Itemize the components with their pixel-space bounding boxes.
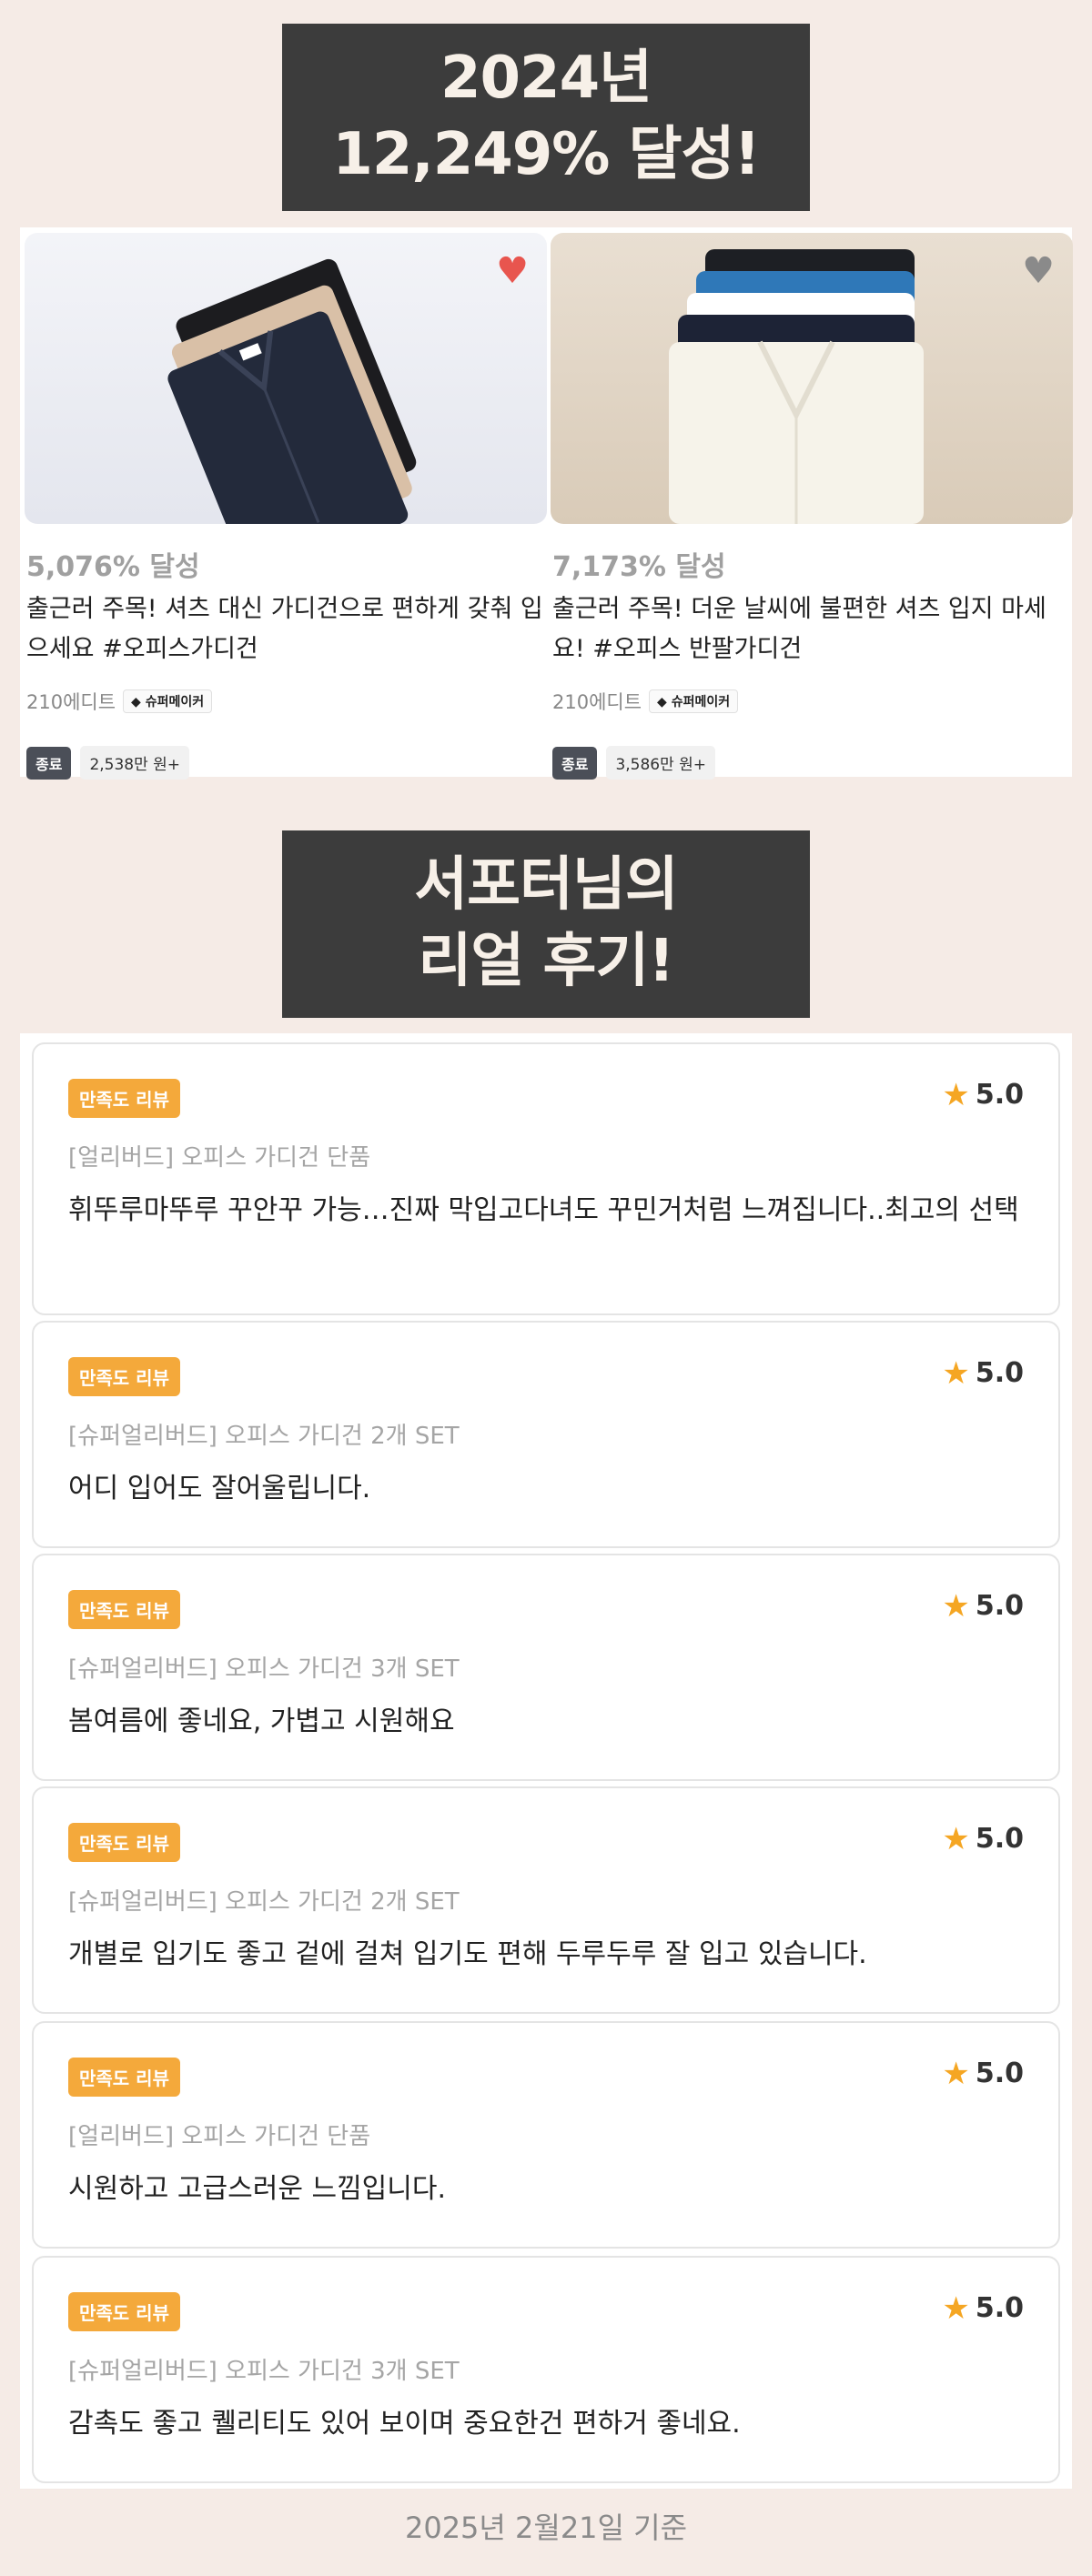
review-card: 만족도 리뷰 ★ 5.0 [슈퍼얼리버드] 오피스 가디건 3개 SET 감촉도 … bbox=[32, 2256, 1060, 2483]
heart-filled-icon[interactable]: ♥ bbox=[496, 253, 529, 289]
review-tag: 만족도 리뷰 bbox=[68, 2292, 180, 2331]
product-title[interactable]: 출근러 주목! 더운 날씨에 불편한 셔츠 입지 마세요! #오피스 반팔가디건 bbox=[552, 589, 1071, 669]
super-maker-label: 슈퍼메이커 bbox=[145, 695, 205, 709]
heart-outline-icon[interactable]: ♥ bbox=[1022, 253, 1055, 289]
review-text: 시원하고 고급스러운 느낌입니다. bbox=[68, 2173, 447, 2205]
review-card: 만족도 리뷰 ★ 5.0 [슈퍼얼리버드] 오피스 가디건 2개 SET 어디 입… bbox=[32, 1321, 1060, 1548]
rating-value: 5.0 bbox=[975, 1357, 1024, 1389]
status-badge: 종료 bbox=[552, 746, 598, 780]
rating-value: 5.0 bbox=[975, 2058, 1024, 2089]
funding-percent: 5,076% 달성 bbox=[26, 551, 200, 583]
review-product: [얼리버드] 오피스 가디건 단품 bbox=[68, 2123, 371, 2150]
reviews-banner-line2: 리얼 후기! bbox=[418, 928, 675, 995]
maker-name[interactable]: 210에디트 bbox=[26, 688, 116, 715]
product-title[interactable]: 출근러 주목! 셔츠 대신 가디건으로 편하게 갖춰 입으세요 #오피스가디건 bbox=[26, 589, 545, 669]
review-card: 만족도 리뷰 ★ 5.0 [얼리버드] 오피스 가디건 단품 휘뚜루마뚜루 꾸안꾸… bbox=[32, 1042, 1060, 1315]
review-tag: 만족도 리뷰 bbox=[68, 1823, 180, 1862]
funding-amount: 3,586만 원+ bbox=[606, 746, 716, 780]
rating-value: 5.0 bbox=[975, 1823, 1024, 1855]
product-image: ♥ bbox=[551, 233, 1073, 524]
review-card: 만족도 리뷰 ★ 5.0 [얼리버드] 오피스 가디건 단품 시원하고 고급스러운… bbox=[32, 2021, 1060, 2249]
review-card: 만족도 리뷰 ★ 5.0 [슈퍼얼리버드] 오피스 가디건 3개 SET 봄여름에… bbox=[32, 1554, 1060, 1781]
rating-value: 5.0 bbox=[975, 2292, 1024, 2324]
banner-year: 2024년 bbox=[440, 45, 652, 112]
product-list: ♥ 5,076% 달성 출근러 주목! 셔츠 대신 가디건으로 편하게 갖춰 입… bbox=[20, 227, 1073, 780]
product-card[interactable]: ♥ 7,173% 달성 출근러 주목! 더운 날씨에 불편한 셔츠 입지 마세요… bbox=[551, 233, 1073, 780]
review-tag: 만족도 리뷰 bbox=[68, 1079, 180, 1118]
review-text: 봄여름에 좋네요, 가볍고 시원해요 bbox=[68, 1706, 455, 1737]
product-image: ♥ bbox=[25, 233, 547, 524]
rating-value: 5.0 bbox=[975, 1079, 1024, 1111]
star-icon: ★ bbox=[942, 2289, 970, 2327]
rating-value: 5.0 bbox=[975, 1590, 1024, 1622]
review-product: [슈퍼얼리버드] 오피스 가디건 2개 SET bbox=[68, 1888, 460, 1916]
star-icon: ★ bbox=[942, 1587, 970, 1625]
review-text: 개별로 입기도 좋고 겉에 걸쳐 입기도 편해 두루두루 잘 입고 있습니다. bbox=[68, 1938, 867, 1970]
review-tag: 만족도 리뷰 bbox=[68, 1357, 180, 1396]
review-text: 휘뚜루마뚜루 꾸안꾸 가능…진짜 막입고다녀도 꾸민거처럼 느껴집니다..최고의… bbox=[68, 1194, 1019, 1226]
star-icon: ★ bbox=[942, 2055, 970, 2092]
reviews-banner: 서포터님의 리얼 후기! bbox=[282, 830, 810, 1018]
banner-percent: 12,249% 달성! bbox=[332, 121, 760, 188]
star-icon: ★ bbox=[942, 1820, 970, 1857]
star-icon: ★ bbox=[942, 1354, 970, 1392]
product-card[interactable]: ♥ 5,076% 달성 출근러 주목! 셔츠 대신 가디건으로 편하게 갖춰 입… bbox=[25, 233, 547, 780]
review-text: 어디 입어도 잘어울립니다. bbox=[68, 1473, 371, 1504]
review-tag: 만족도 리뷰 bbox=[68, 2058, 180, 2097]
funding-percent: 7,173% 달성 bbox=[552, 551, 726, 583]
review-text: 감촉도 좋고 퀠리티도 있어 보이며 중요한건 편하거 좋네요. bbox=[68, 2408, 741, 2440]
super-maker-label: 슈퍼메이커 bbox=[671, 695, 731, 709]
reviews-banner-line1: 서포터님의 bbox=[414, 851, 678, 919]
super-maker-badge: ◆ 슈퍼메이커 bbox=[649, 689, 739, 713]
super-maker-badge: ◆ 슈퍼메이커 bbox=[123, 689, 213, 713]
review-list: 만족도 리뷰 ★ 5.0 [얼리버드] 오피스 가디건 단품 휘뚜루마뚜루 꾸안꾸… bbox=[20, 1033, 1072, 2489]
status-badge: 종료 bbox=[26, 746, 72, 780]
review-product: [슈퍼얼리버드] 오피스 가디건 2개 SET bbox=[68, 1423, 460, 1450]
review-product: [얼리버드] 오피스 가디건 단품 bbox=[68, 1144, 371, 1172]
star-icon: ★ bbox=[942, 1076, 970, 1113]
cardigan-stack-image bbox=[167, 258, 417, 524]
review-product: [슈퍼얼리버드] 오피스 가디건 3개 SET bbox=[68, 2358, 460, 2385]
maker-name[interactable]: 210에디트 bbox=[552, 688, 642, 715]
review-tag: 만족도 리뷰 bbox=[68, 1590, 180, 1629]
achievement-banner: 2024년 12,249% 달성! bbox=[282, 24, 810, 211]
review-card: 만족도 리뷰 ★ 5.0 [슈퍼얼리버드] 오피스 가디건 2개 SET 개별로 … bbox=[32, 1786, 1060, 2014]
review-product: [슈퍼얼리버드] 오피스 가디건 3개 SET bbox=[68, 1655, 460, 1683]
funding-amount: 2,538만 원+ bbox=[80, 746, 190, 780]
date-footnote: 2025년 2월21일 기준 bbox=[404, 2511, 688, 2545]
cardigan-stack-image bbox=[669, 249, 924, 524]
